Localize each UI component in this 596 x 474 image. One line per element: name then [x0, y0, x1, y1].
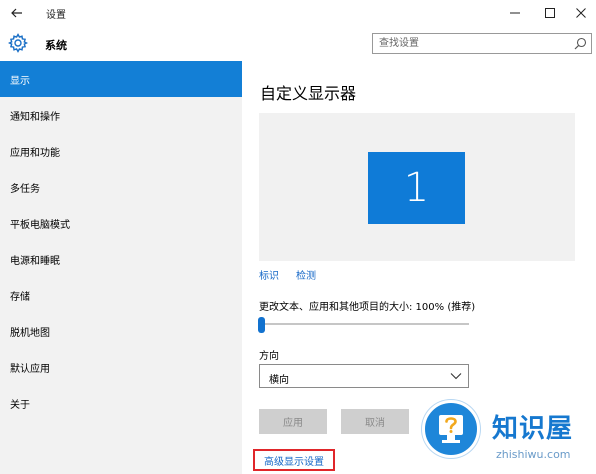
gear-icon — [8, 33, 28, 53]
monitor-tile[interactable]: 1 — [368, 152, 465, 224]
watermark-subtext: zhishiwu.com — [496, 448, 571, 461]
apply-button[interactable]: 应用 — [259, 409, 327, 434]
window-title: 设置 — [46, 10, 66, 21]
monitor-number: 1 — [403, 165, 430, 211]
search-box[interactable] — [372, 33, 592, 54]
sidebar: 显示 通知和操作 应用和功能 多任务 平板电脑模式 电源和睡眠 存储 脱机地图 … — [0, 61, 242, 474]
close-button[interactable] — [566, 0, 596, 26]
sidebar-item-label: 默认应用 — [10, 364, 50, 375]
settings-header: 系统 — [0, 26, 596, 61]
watermark-text: 知识屋 — [492, 414, 574, 444]
sidebar-item-offline-maps[interactable]: 脱机地图 — [0, 313, 242, 349]
title-bar: 设置 — [0, 0, 596, 26]
maximize-icon — [545, 8, 555, 18]
sidebar-item-apps-features[interactable]: 应用和功能 — [0, 133, 242, 169]
sidebar-item-label: 多任务 — [10, 184, 40, 195]
orientation-value: 横向 — [269, 375, 289, 386]
sidebar-item-storage[interactable]: 存储 — [0, 277, 242, 313]
arrow-left-icon — [11, 8, 22, 18]
minimize-button[interactable] — [500, 0, 530, 26]
sidebar-item-about[interactable]: 关于 — [0, 385, 242, 421]
search-icon[interactable] — [574, 37, 587, 50]
page-title: 自定义显示器 — [260, 84, 357, 103]
page-section-title: 系统 — [45, 39, 67, 52]
minimize-icon — [510, 12, 520, 14]
cancel-button[interactable]: 取消 — [341, 409, 409, 434]
sidebar-item-label: 存储 — [10, 292, 30, 303]
advanced-link-label: 高级显示设置 — [264, 456, 324, 468]
sidebar-item-multitasking[interactable]: 多任务 — [0, 169, 242, 205]
sidebar-item-label: 通知和操作 — [10, 112, 60, 123]
maximize-button[interactable] — [535, 0, 565, 26]
watermark-logo: 知识屋 zhishiwu.com — [420, 394, 596, 474]
identify-link[interactable]: 标识 — [259, 267, 279, 282]
sidebar-item-label: 平板电脑模式 — [10, 220, 70, 231]
detect-link[interactable]: 检测 — [296, 267, 316, 282]
scale-slider-thumb[interactable] — [258, 317, 265, 333]
sidebar-item-label: 电源和睡眠 — [10, 256, 60, 267]
watermark-badge — [422, 400, 480, 458]
search-input[interactable] — [373, 34, 563, 53]
advanced-display-settings-link[interactable]: 高级显示设置 — [253, 449, 335, 471]
back-button[interactable] — [6, 2, 28, 24]
question-monitor-icon — [439, 415, 463, 443]
orientation-label: 方向 — [259, 351, 279, 362]
sidebar-item-display[interactable]: 显示 — [0, 61, 242, 97]
sidebar-item-power-sleep[interactable]: 电源和睡眠 — [0, 241, 242, 277]
sidebar-item-default-apps[interactable]: 默认应用 — [0, 349, 242, 385]
sidebar-item-tablet-mode[interactable]: 平板电脑模式 — [0, 205, 242, 241]
display-arrangement-area: 1 — [259, 113, 575, 261]
sidebar-item-notifications[interactable]: 通知和操作 — [0, 97, 242, 133]
sidebar-item-label: 应用和功能 — [10, 148, 60, 159]
sidebar-item-label: 显示 — [10, 76, 30, 87]
scale-slider-track[interactable] — [259, 323, 469, 325]
chevron-down-icon — [450, 373, 462, 380]
scale-label: 更改文本、应用和其他项目的大小: 100% (推荐) — [259, 302, 476, 313]
close-icon — [576, 8, 586, 18]
orientation-select[interactable]: 横向 — [259, 364, 469, 388]
sidebar-item-label: 关于 — [10, 400, 30, 411]
sidebar-item-label: 脱机地图 — [10, 328, 50, 339]
